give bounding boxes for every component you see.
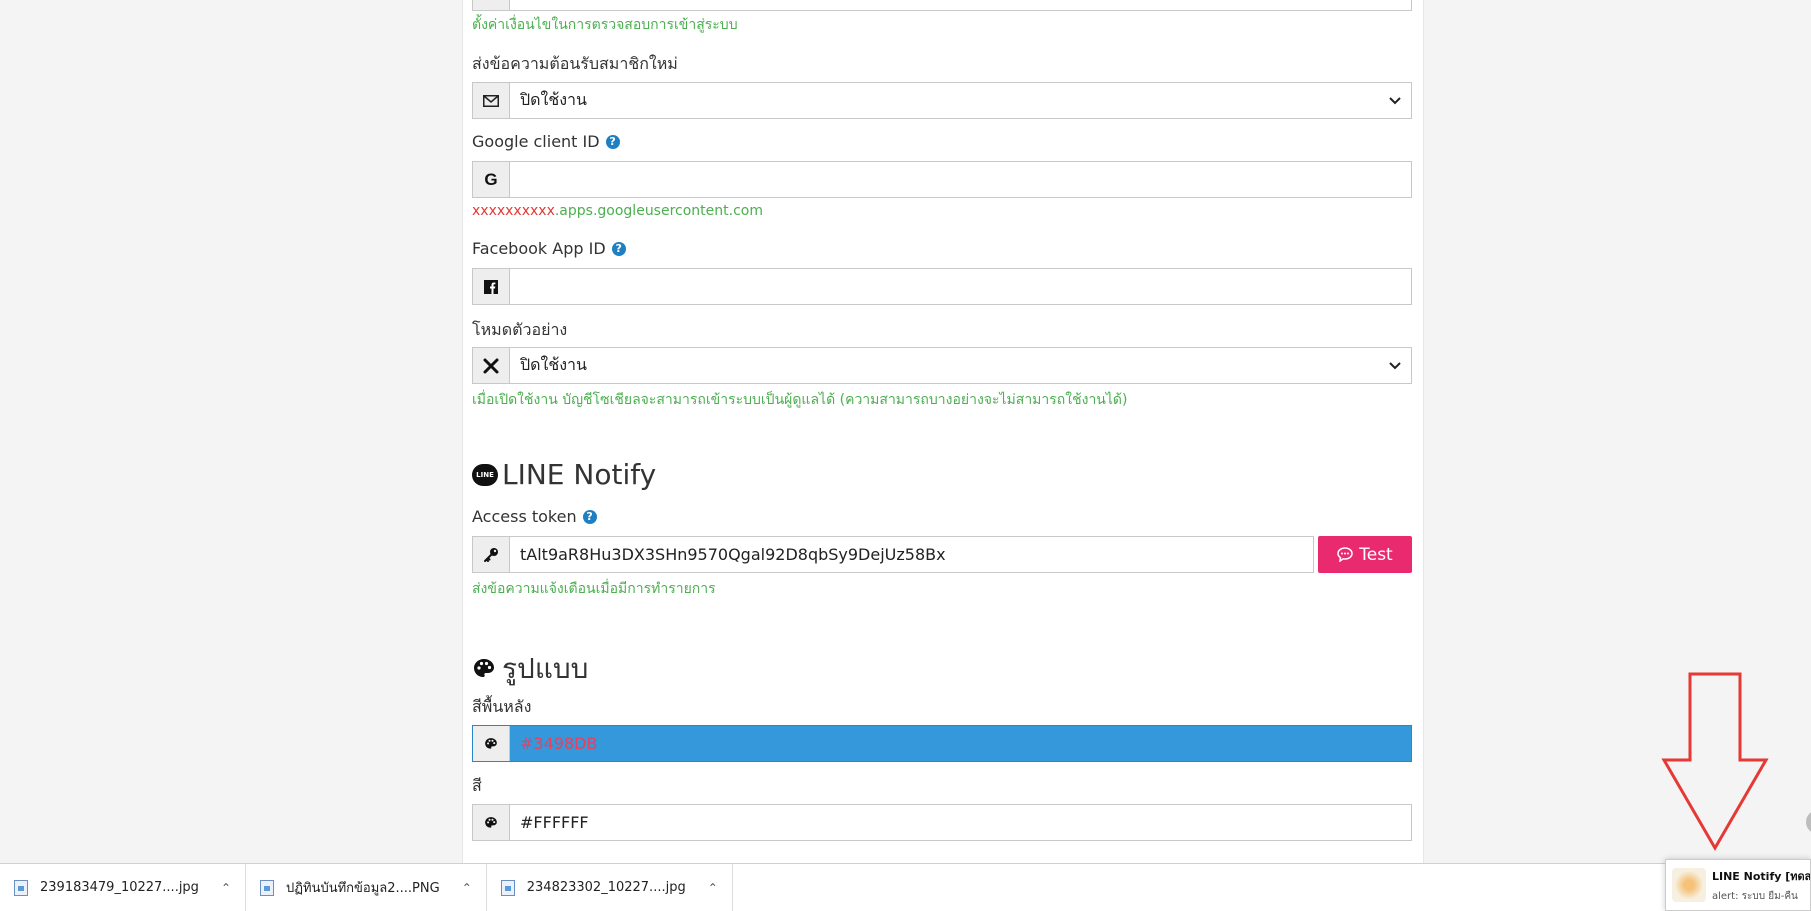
help-icon[interactable]: ? [582,509,597,524]
style-heading: รูปแบบ [472,647,588,691]
token-hint: ส่งข้อความแจ้งเตือนเมื่อมีการทำรายการ [472,581,716,597]
image-file-icon [500,879,515,896]
welcome-label: ส่งข้อความต้อนรับสมาชิกใหม่ [472,52,678,77]
google-input[interactable]: G [472,161,1412,198]
demo-label: โหมดตัวอย่าง [472,318,567,343]
scroll-circle[interactable] [1806,810,1811,834]
google-hint-prefix: xxxxxxxxxx [472,203,555,219]
partial-input[interactable] [472,0,1412,11]
download-name: 234823302_10227....jpg [526,880,686,895]
chevron-up-icon[interactable]: ⌃ [221,881,231,895]
color-label-text: สี [472,776,482,795]
bg-color-input[interactable]: #3498DB [472,725,1412,762]
facebook-field[interactable] [510,269,1411,304]
envelope-icon [473,83,510,118]
key-icon [473,537,510,572]
test-button[interactable]: Test [1318,536,1412,573]
style-title: รูปแบบ [502,652,589,685]
chat-icon [1337,547,1354,562]
welcome-select-value[interactable]: ปิดใช้งาน [510,83,1411,118]
palette-icon [473,726,510,761]
google-label: Google client ID ? [472,132,620,151]
notification-toast[interactable]: LINE Notify [ทดสอบ] alert: ระบบ ยืม-คืน [1665,859,1811,911]
demo-select-value[interactable]: ปิดใช้งาน [510,348,1411,383]
image-file-icon [14,879,28,896]
line-logo-text: LINE [476,470,494,479]
demo-label-text: โหมดตัวอย่าง [472,320,568,339]
token-label: Access token ? [472,507,597,526]
download-item[interactable]: 234823302_10227....jpg ⌃ [487,863,733,911]
demo-value: ปิดใช้งาน [520,355,587,374]
facebook-input[interactable] [472,268,1412,305]
welcome-label-text: ส่งข้อความต้อนรับสมาชิกใหม่ [472,54,678,73]
chevron-down-icon [1389,358,1401,374]
demo-select[interactable]: ปิดใช้งาน [472,347,1412,384]
google-hint: xxxxxxxxxx.apps.googleusercontent.com [472,203,763,219]
download-item[interactable]: ปฏิทินบันทึกข้อมูล2....PNG ⌃ [246,863,487,911]
demo-hint: เมื่อเปิดใช้งาน บัญชีโซเชียลจะสามารถเข้า… [472,392,1128,408]
help-icon[interactable]: ? [611,241,626,256]
chevron-down-icon [1389,93,1401,109]
notification-text: alert: ระบบ ยืม-คืน [1712,890,1798,902]
tools-icon [473,348,510,383]
welcome-select[interactable]: ปิดใช้งาน [472,82,1412,119]
token-field[interactable]: tAlt9aR8Hu3DX3SHn9570Qgal92D8qbSy9DejUz5… [510,537,1313,572]
arrow-down-icon [1661,672,1769,851]
line-notify-heading: LINE LINE Notify [472,458,656,491]
chevron-up-icon[interactable]: ⌃ [708,881,718,895]
download-item[interactable]: 239183479_10227....jpg ⌃ [0,863,247,911]
color-label: สี [472,774,482,799]
google-field[interactable] [510,162,1411,197]
palette-icon [473,805,510,840]
bg-color-field[interactable]: #3498DB [510,726,1411,761]
token-label-text: Access token [472,507,577,526]
color-input[interactable]: #FFFFFF [472,804,1412,841]
download-name: ปฏิทินบันทึกข้อมูล2....PNG [286,881,440,896]
line-icon: LINE [472,463,498,486]
welcome-value: ปิดใช้งาน [520,90,587,109]
downloads-bar: 239183479_10227....jpg ⌃ ปฏิทินบันทึกข้อ… [0,863,1811,911]
notification-body: LINE Notify [ทดสอบ] alert: ระบบ ยืม-คืน [1712,867,1811,904]
notification-title: LINE Notify [ทดสอบ] [1712,869,1811,883]
google-hint-suffix: .apps.googleusercontent.com [554,203,763,219]
google-label-text: Google client ID [472,132,600,151]
token-input-wrap: tAlt9aR8Hu3DX3SHn9570Qgal92D8qbSy9DejUz5… [472,536,1314,573]
token-group: tAlt9aR8Hu3DX3SHn9570Qgal92D8qbSy9DejUz5… [472,536,1412,573]
bg-color-label-text: สีพื้นหลัง [472,697,532,716]
partial-field[interactable] [510,0,1411,10]
notification-image [1672,868,1706,902]
palette-icon [474,659,494,677]
facebook-label: Facebook App ID ? [472,239,626,258]
download-name: 239183479_10227....jpg [40,880,199,895]
help-icon[interactable]: ? [605,134,620,149]
facebook-label-text: Facebook App ID [472,239,606,258]
test-button-label: Test [1359,544,1393,565]
facebook-icon [473,269,510,304]
color-field[interactable]: #FFFFFF [510,805,1411,840]
google-icon: G [473,162,510,197]
login-hint: ตั้งค่าเงื่อนไขในการตรวจสอบการเข้าสู่ระบ… [472,17,738,33]
image-file-icon [260,879,275,896]
line-notify-title: LINE Notify [502,458,657,491]
bg-color-label: สีพื้นหลัง [472,695,531,720]
partial-addon [473,0,510,10]
chevron-up-icon[interactable]: ⌃ [462,881,472,895]
